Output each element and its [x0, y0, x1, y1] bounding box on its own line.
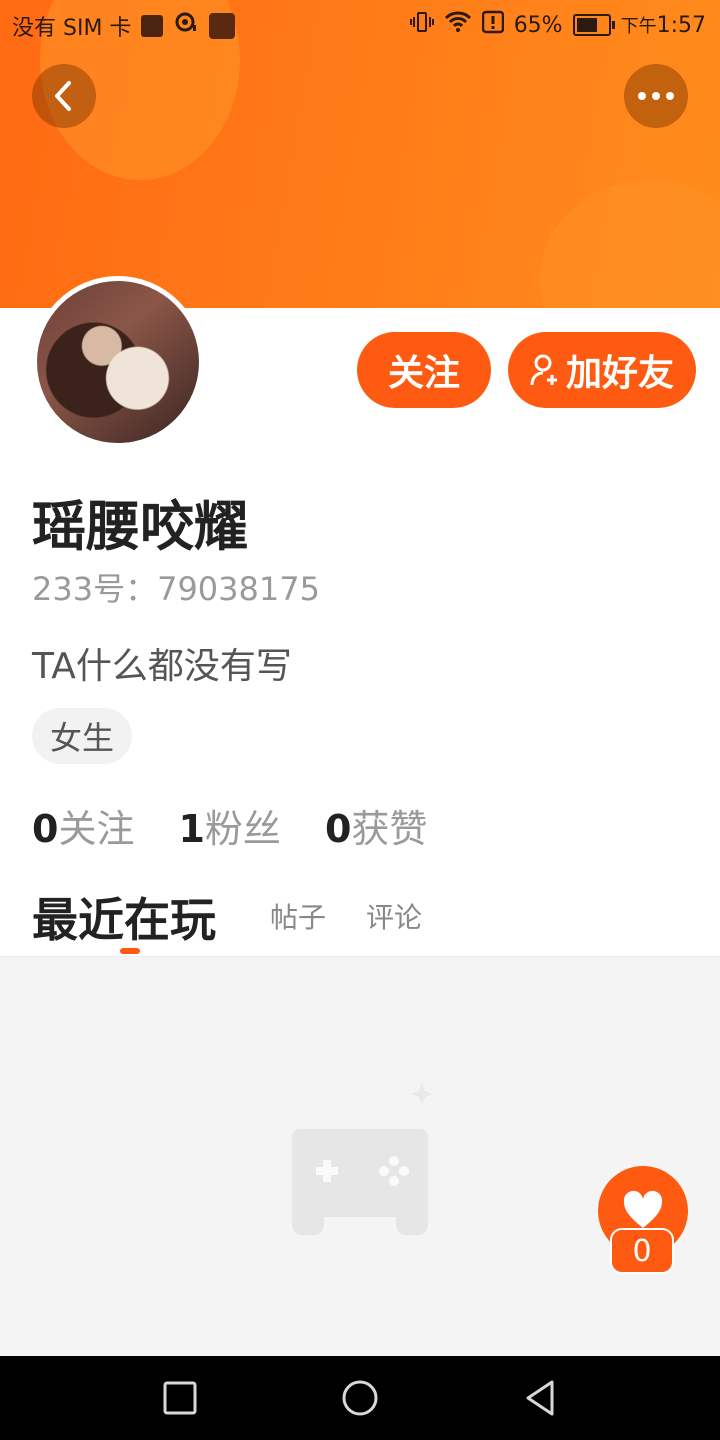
notification-app-icon	[209, 13, 236, 39]
sd-card-icon	[141, 15, 164, 37]
gender-tag-label: 女生	[49, 719, 114, 757]
nav-back-button[interactable]	[518, 1376, 562, 1420]
user-id: 233号：79038175	[32, 570, 320, 608]
like-count-badge: 0	[610, 1228, 674, 1274]
battery-percent: 65%	[513, 12, 563, 38]
vibrate-icon	[409, 10, 434, 40]
like-count: 0	[632, 1233, 652, 1269]
stat-number: 0	[324, 807, 352, 851]
stat-label: 粉丝	[204, 807, 281, 851]
carrier-text: 没有 SIM 卡	[12, 16, 132, 41]
user-bio: TA什么都没有写	[32, 646, 292, 687]
recent-apps-button[interactable]	[158, 1376, 202, 1420]
banner-decoration	[540, 180, 720, 308]
more-icon	[638, 92, 674, 100]
home-button[interactable]	[338, 1376, 382, 1420]
stat-label: 关注	[58, 807, 135, 851]
recent-apps-icon	[163, 1381, 197, 1415]
clock-time: 1:57	[656, 13, 706, 38]
stat-number: 0	[32, 807, 59, 851]
stat-likes[interactable]: 0获赞	[325, 798, 427, 853]
avatar[interactable]	[32, 276, 204, 448]
follow-button[interactable]: 关注	[357, 332, 491, 408]
tab-comments[interactable]: 评论	[366, 896, 422, 936]
status-bar: 没有 SIM 卡 65% 下午1:57	[0, 0, 720, 50]
tab-recently-played[interactable]: 最近在玩	[32, 884, 216, 950]
add-user-icon	[530, 354, 557, 386]
back-button[interactable]	[32, 64, 96, 128]
stat-fans[interactable]: 1粉丝	[178, 798, 280, 853]
add-friend-button[interactable]: 加好友	[508, 332, 696, 408]
stat-number: 1	[178, 807, 205, 851]
battery-fill	[576, 18, 597, 32]
battery-icon	[572, 14, 615, 36]
stat-label: 获赞	[351, 807, 428, 851]
nav-back-icon	[526, 1380, 554, 1416]
wifi-icon	[444, 10, 472, 40]
username: 瑶腰咬耀	[32, 495, 248, 558]
gamepad-icon	[292, 1083, 433, 1235]
follow-label: 关注	[387, 353, 460, 394]
gender-tag: 女生	[32, 708, 132, 764]
alert-icon	[481, 10, 504, 40]
tab-content-area	[0, 956, 720, 1357]
tab-posts[interactable]: 帖子	[270, 896, 326, 936]
add-friend-label: 加好友	[565, 353, 674, 394]
home-icon	[342, 1380, 378, 1416]
system-nav-bar	[0, 1356, 720, 1440]
back-icon	[55, 81, 71, 111]
time-prefix: 下午	[620, 16, 657, 37]
tab-indicator	[120, 948, 140, 954]
stat-following[interactable]: 0关注	[32, 798, 134, 853]
avatar-photo	[37, 281, 199, 443]
location-icon	[173, 11, 199, 41]
more-options-button[interactable]	[624, 64, 688, 128]
stats-row: 0关注 1粉丝 0获赞	[32, 798, 427, 853]
